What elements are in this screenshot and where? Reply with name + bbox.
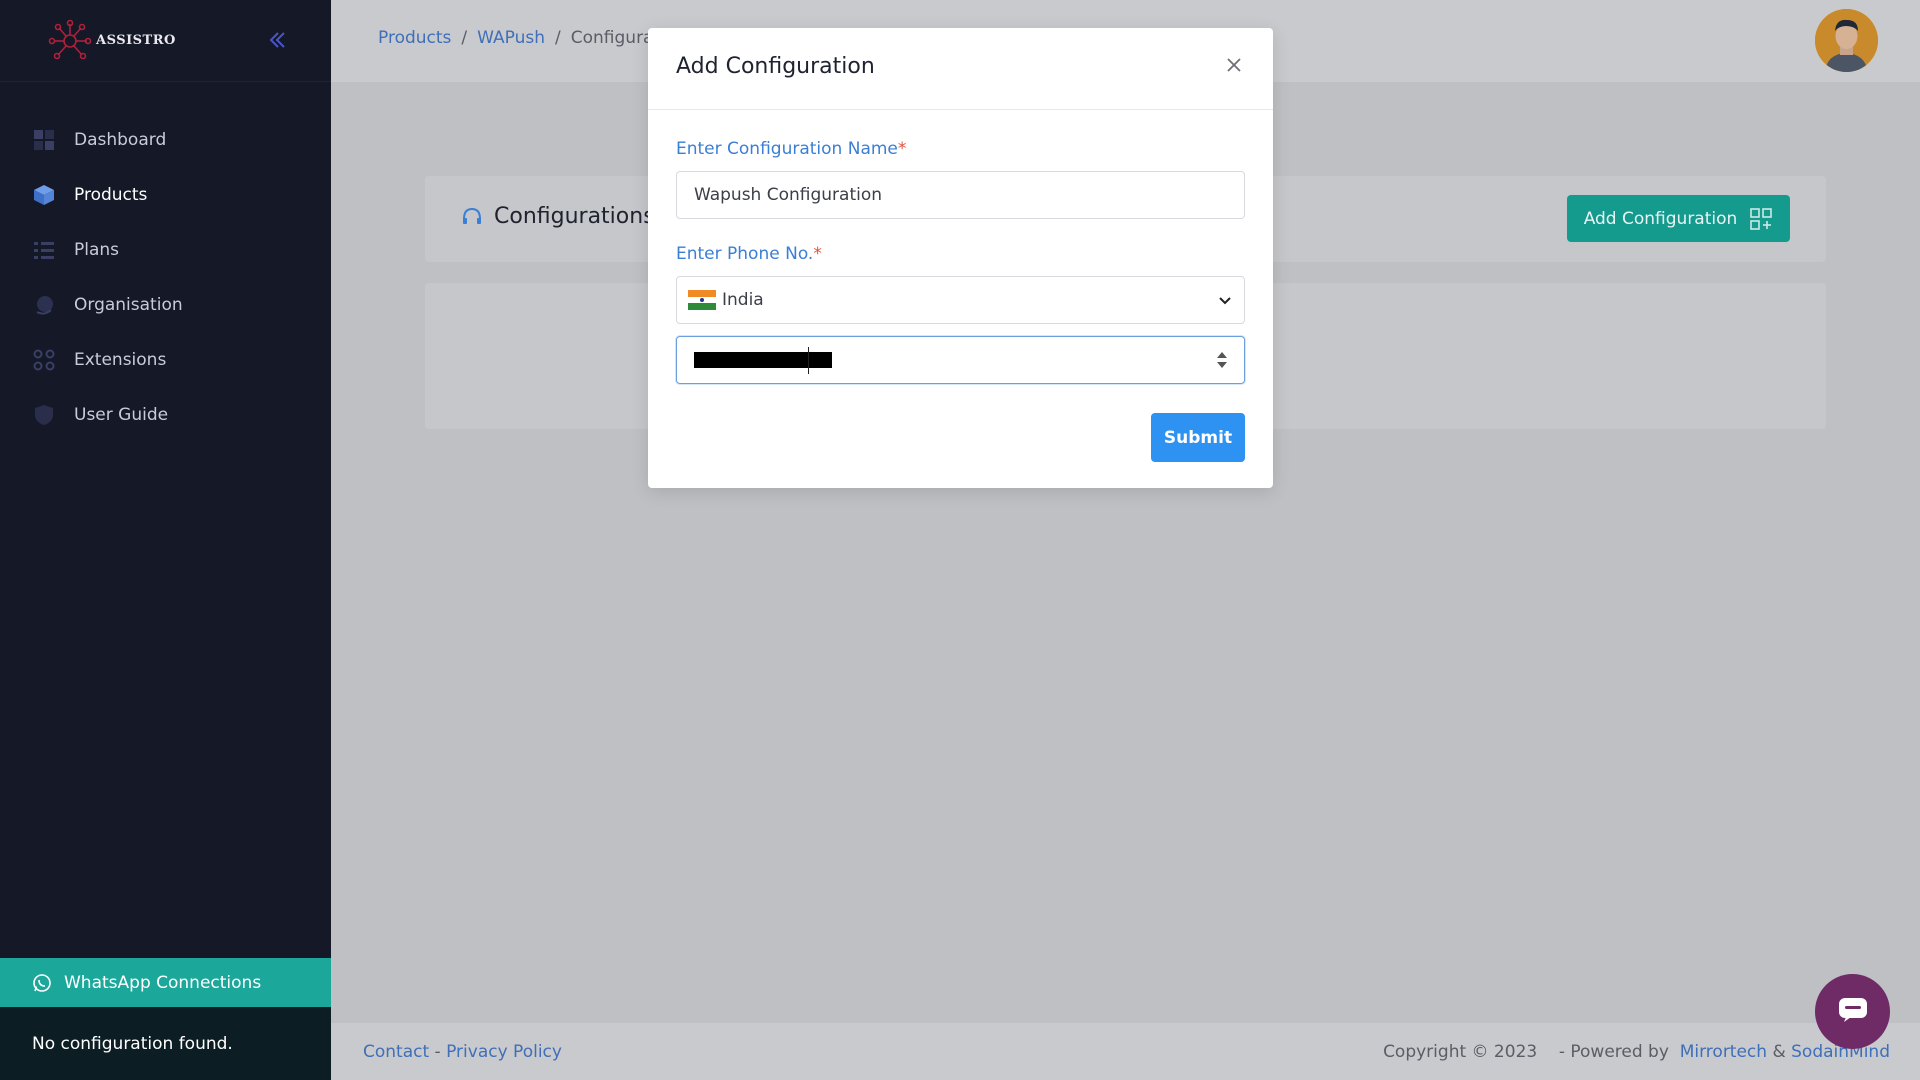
- label-text: Enter Phone No.: [676, 244, 814, 264]
- modal-header: Add Configuration: [648, 28, 1273, 110]
- country-select[interactable]: India: [676, 276, 1245, 324]
- sidebar-item-label: Extensions: [74, 349, 167, 370]
- page-title: Configurations: [460, 204, 655, 229]
- whatsapp-icon: [32, 973, 52, 993]
- sidebar-item-user-guide[interactable]: User Guide: [0, 387, 331, 442]
- logo-icon: [48, 19, 92, 63]
- add-grid-icon: [1749, 207, 1773, 231]
- number-stepper-icon[interactable]: [1216, 349, 1228, 371]
- dashboard-icon: [32, 128, 56, 152]
- mirrortech-link[interactable]: Mirrortech: [1680, 1042, 1767, 1062]
- selected-country: India: [722, 290, 764, 310]
- contact-link[interactable]: Contact: [363, 1042, 429, 1062]
- sidebar-nav: Dashboard Products Plans Organisation Ex…: [0, 82, 331, 442]
- close-icon[interactable]: [1223, 56, 1245, 78]
- add-configuration-label: Add Configuration: [1583, 208, 1738, 229]
- cube-icon: [32, 183, 56, 207]
- chevron-down-icon: [1216, 291, 1234, 309]
- chat-icon: [1838, 997, 1868, 1027]
- whatsapp-connections-button[interactable]: WhatsApp Connections: [0, 958, 331, 1007]
- sidebar-item-label: Plans: [74, 239, 120, 260]
- india-flag-icon: [688, 290, 716, 310]
- sidebar-item-organisation[interactable]: Organisation: [0, 277, 331, 332]
- phone-label: Enter Phone No.*: [676, 244, 822, 264]
- card-title-text: Configurations: [494, 204, 655, 229]
- phone-number-input[interactable]: [676, 336, 1245, 384]
- sidebar-item-products[interactable]: Products: [0, 167, 331, 222]
- breadcrumb-products[interactable]: Products: [378, 28, 451, 48]
- copyright-text: Copyright © 2023: [1383, 1042, 1538, 1062]
- required-mark: *: [897, 139, 907, 159]
- redacted-phone-number: [694, 352, 832, 368]
- circles-icon: [32, 348, 56, 372]
- breadcrumb: Products / WAPush / Configurat: [378, 28, 660, 48]
- breadcrumb-wapush[interactable]: WAPush: [477, 28, 545, 48]
- avatar[interactable]: [1815, 9, 1878, 72]
- configuration-name-input[interactable]: Wapush Configuration: [676, 171, 1245, 219]
- privacy-policy-link[interactable]: Privacy Policy: [446, 1042, 562, 1062]
- brand-name: ASSISTRO: [96, 33, 176, 48]
- input-value: Wapush Configuration: [694, 185, 883, 205]
- whatsapp-connections-label: WhatsApp Connections: [64, 972, 262, 993]
- status-text: No configuration found.: [32, 1033, 233, 1054]
- sidebar-item-label: Organisation: [74, 294, 183, 315]
- required-mark: *: [813, 244, 822, 264]
- add-configuration-button[interactable]: Add Configuration: [1567, 195, 1790, 242]
- footer-ampersand: &: [1772, 1042, 1786, 1062]
- sidebar-item-dashboard[interactable]: Dashboard: [0, 112, 331, 167]
- submit-button[interactable]: Submit: [1151, 413, 1245, 462]
- configuration-name-label: Enter Configuration Name*: [676, 139, 906, 159]
- globe-icon: [32, 293, 56, 317]
- label-text: Enter Configuration Name: [676, 139, 898, 159]
- brand: ASSISTRO: [0, 0, 331, 82]
- breadcrumb-separator: /: [461, 28, 468, 48]
- sidebar: ASSISTRO Dashboard Products Plans Organi…: [0, 0, 331, 1080]
- powered-by-text: - Powered by: [1558, 1042, 1669, 1062]
- sidebar-item-plans[interactable]: Plans: [0, 222, 331, 277]
- shield-icon: [32, 403, 56, 427]
- sidebar-item-label: Products: [74, 184, 148, 205]
- text-cursor: [808, 347, 809, 374]
- sidebar-item-extensions[interactable]: Extensions: [0, 332, 331, 387]
- breadcrumb-current: Configurat: [570, 28, 661, 48]
- list-icon: [32, 238, 56, 262]
- sidebar-item-label: Dashboard: [74, 129, 167, 150]
- collapse-sidebar-icon[interactable]: [265, 28, 289, 52]
- sidebar-item-label: User Guide: [74, 404, 169, 425]
- footer-dash: -: [434, 1042, 441, 1062]
- breadcrumb-separator: /: [555, 28, 561, 48]
- no-configuration-status: No configuration found.: [0, 1007, 331, 1080]
- footer: Contact - Privacy Policy Copyright © 202…: [331, 1023, 1920, 1080]
- add-configuration-modal: Add Configuration Enter Configuration Na…: [648, 28, 1273, 488]
- headset-icon: [460, 205, 484, 229]
- modal-title: Add Configuration: [676, 54, 875, 79]
- chat-widget-button[interactable]: [1815, 974, 1890, 1049]
- submit-label: Submit: [1163, 427, 1233, 448]
